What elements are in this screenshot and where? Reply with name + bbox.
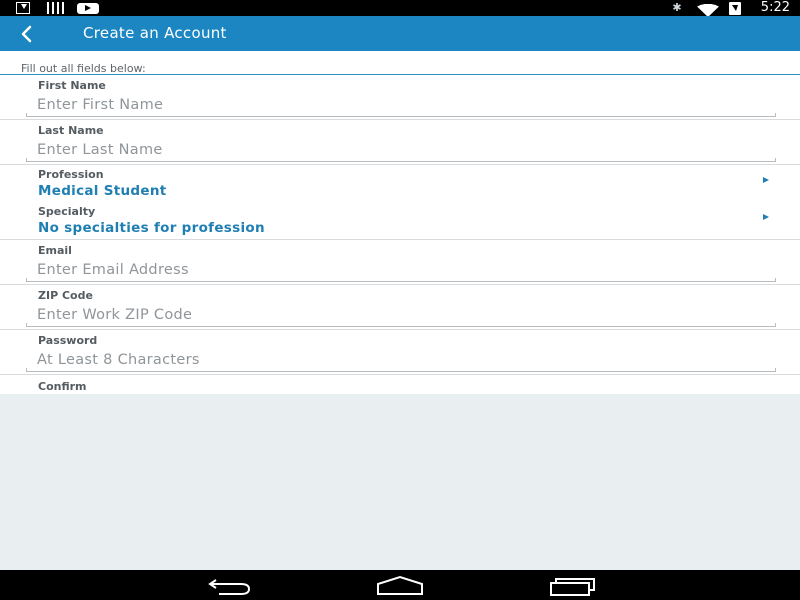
action-bar: Create an Account [0, 16, 800, 51]
last-name-label: Last Name [38, 124, 104, 137]
page-title: Create an Account [83, 24, 227, 42]
email-label: Email [38, 244, 72, 257]
barcode-icon [47, 2, 64, 14]
wifi-icon [697, 2, 719, 17]
confirm-label: Confirm [38, 380, 87, 393]
nav-recents-button[interactable] [548, 574, 596, 596]
back-icon [205, 579, 253, 600]
password-row: Password [0, 330, 800, 375]
bluetooth-icon: ✱ [672, 1, 682, 14]
download-icon [16, 2, 30, 14]
youtube-icon [77, 3, 99, 14]
zip-label: ZIP Code [38, 289, 93, 302]
first-name-row: First Name [0, 75, 800, 120]
zip-row: ZIP Code [0, 285, 800, 330]
last-name-row: Last Name [0, 120, 800, 165]
profession-value: Medical Student [38, 183, 167, 199]
specialty-label: Specialty [38, 205, 96, 218]
screen: ✱ 5:22 Create an Account Fill out all fi… [0, 0, 800, 600]
field-underline [26, 158, 776, 162]
specialty-picker[interactable]: Specialty No specialties for profession [0, 202, 800, 240]
profession-picker[interactable]: Profession Medical Student [0, 165, 800, 202]
back-button[interactable] [12, 20, 42, 48]
field-underline [26, 368, 776, 372]
field-underline [26, 323, 776, 327]
battery-charging-icon [729, 2, 741, 15]
clock: 5:22 [760, 0, 790, 15]
status-bar: ✱ 5:22 [0, 0, 800, 17]
profession-label: Profession [38, 168, 104, 181]
specialty-value: No specialties for profession [38, 220, 265, 236]
signup-form: Fill out all fields below: First Name La… [0, 51, 800, 394]
navigation-bar [0, 570, 800, 600]
field-underline [26, 278, 776, 282]
nav-home-button[interactable] [376, 574, 424, 596]
triangle-right-icon [763, 177, 769, 183]
first-name-label: First Name [38, 79, 106, 92]
nav-back-button[interactable] [205, 574, 253, 596]
confirm-row: Confirm [0, 376, 800, 394]
field-underline [26, 113, 776, 117]
password-label: Password [38, 334, 98, 347]
recents-icon [548, 578, 596, 600]
chevron-left-icon [12, 20, 42, 48]
home-icon [376, 575, 424, 600]
triangle-right-icon [763, 214, 769, 220]
email-row: Email [0, 240, 800, 285]
